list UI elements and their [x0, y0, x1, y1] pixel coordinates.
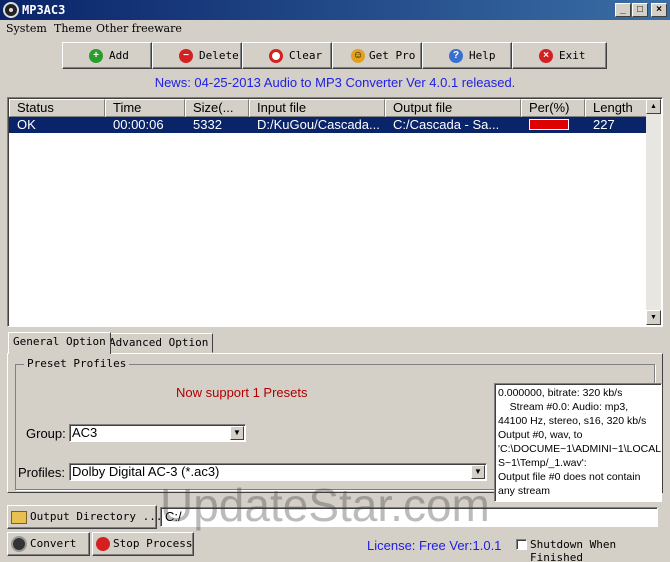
- column-time[interactable]: Time: [105, 99, 185, 117]
- log-line: Stream #0.0: Audio: mp3,: [498, 401, 629, 413]
- add-button[interactable]: + Add: [62, 42, 152, 69]
- progress-bar-fill: [530, 120, 568, 129]
- column-status[interactable]: Status: [9, 99, 105, 117]
- output-directory-field[interactable]: C:/: [160, 507, 658, 527]
- log-line: Output #0, wav, to: [498, 429, 583, 441]
- file-list[interactable]: Status Time Size(... Input file Output f…: [7, 97, 663, 327]
- column-size[interactable]: Size(...: [185, 99, 249, 117]
- shutdown-checkbox[interactable]: [516, 539, 527, 550]
- cell-output-file: C:/Cascada - Sa...: [393, 117, 500, 132]
- vertical-scrollbar[interactable]: ▲ ▼: [646, 99, 661, 325]
- scroll-down-icon[interactable]: ▼: [646, 310, 661, 325]
- tab-general-option[interactable]: General Option: [8, 332, 111, 354]
- exit-icon: ×: [539, 49, 553, 63]
- log-output[interactable]: 0.000000, bitrate: 320 kb/s Stream #0.0:…: [494, 383, 662, 502]
- log-line: 0.000000, bitrate: 320 kb/s: [498, 387, 623, 399]
- title-bar: MP3AC3 _ □ ×: [0, 0, 670, 20]
- delete-icon: −: [179, 49, 193, 63]
- convert-label: Convert: [30, 537, 77, 550]
- delete-label: Delete: [199, 49, 239, 62]
- column-output-file[interactable]: Output file: [385, 99, 521, 117]
- general-option-panel: Preset Profiles Now support 1 Presets Gr…: [7, 353, 663, 502]
- close-button[interactable]: ×: [651, 3, 667, 17]
- menu-system[interactable]: System: [6, 22, 47, 35]
- cell-input-file: D:/KuGou/Cascada...: [257, 117, 380, 132]
- film-reel-icon: [11, 536, 27, 552]
- progress-bar: [529, 119, 569, 130]
- log-line: S~1\Temp/_1.wav':: [498, 457, 587, 469]
- chevron-down-icon[interactable]: ▼: [471, 465, 485, 479]
- folder-icon: [11, 510, 27, 524]
- menu-other-freeware[interactable]: Other freeware: [96, 22, 182, 35]
- cell-time: 00:00:06: [113, 117, 164, 132]
- profiles-select-value: Dolby Digital AC-3 (*.ac3): [72, 464, 220, 479]
- menu-theme[interactable]: Theme: [54, 22, 92, 35]
- log-line: any stream: [498, 485, 550, 497]
- exit-button[interactable]: × Exit: [512, 42, 607, 69]
- stop-icon: [96, 537, 110, 551]
- help-icon: ?: [449, 49, 463, 63]
- log-line: Output file #0 does not contain: [498, 471, 641, 483]
- delete-button[interactable]: − Delete: [152, 42, 242, 69]
- log-line: 44100 Hz, stereo, s16, 320 kb/s: [498, 415, 647, 427]
- convert-button[interactable]: Convert: [7, 532, 90, 556]
- group-title: Preset Profiles: [24, 357, 130, 370]
- log-line: 'C:\DOCUME~1\ADMINI~1\LOCAL: [498, 443, 662, 455]
- maximize-button[interactable]: □: [632, 3, 648, 17]
- preset-profiles-group: Preset Profiles Now support 1 Presets Gr…: [15, 357, 662, 502]
- clear-label: Clear: [289, 49, 323, 62]
- news-link[interactable]: News: 04-25-2013 Audio to MP3 Converter …: [0, 75, 670, 90]
- exit-label: Exit: [559, 49, 586, 62]
- group-select-value: AC3: [72, 425, 98, 440]
- chevron-down-icon[interactable]: ▼: [230, 426, 244, 440]
- cell-length: 227: [593, 117, 615, 132]
- profiles-select[interactable]: Dolby Digital AC-3 (*.ac3) ▼: [69, 463, 487, 481]
- column-percent[interactable]: Per(%): [521, 99, 585, 117]
- menu-bar: System Theme Other freeware: [0, 20, 670, 38]
- scroll-up-icon[interactable]: ▲: [646, 99, 661, 114]
- profiles-label: Profiles:: [18, 465, 65, 480]
- film-reel-icon: [3, 2, 19, 18]
- add-icon: +: [89, 49, 103, 63]
- clear-button[interactable]: Clear: [242, 42, 332, 69]
- group-select[interactable]: AC3 ▼: [69, 424, 246, 442]
- window-title: MP3AC3: [22, 3, 66, 17]
- help-label: Help: [469, 49, 496, 62]
- license-link[interactable]: License: Free Ver:1.0.1: [367, 538, 501, 553]
- cell-size: 5332: [193, 117, 222, 132]
- column-length[interactable]: Length: [585, 99, 649, 117]
- presets-message: Now support 1 Presets: [176, 385, 308, 400]
- get-pro-button[interactable]: ☺ Get Pro: [332, 42, 422, 69]
- cell-status: OK: [17, 117, 36, 132]
- column-input-file[interactable]: Input file: [249, 99, 385, 117]
- clear-icon: [269, 49, 283, 63]
- get-pro-label: Get Pro: [369, 49, 416, 62]
- stop-process-button[interactable]: Stop Process: [92, 532, 194, 556]
- stop-process-label: Stop Process: [113, 537, 193, 550]
- list-header: Status Time Size(... Input file Output f…: [9, 99, 649, 117]
- tab-advanced-option[interactable]: Advanced Option: [104, 333, 214, 353]
- group-label: Group:: [26, 426, 66, 441]
- table-row[interactable]: OK 00:00:06 5332 D:/KuGou/Cascada... C:/…: [9, 117, 649, 133]
- smiley-icon: ☺: [351, 49, 365, 63]
- add-label: Add: [109, 49, 129, 62]
- output-directory-label: Output Directory ...: [30, 510, 163, 523]
- help-button[interactable]: ? Help: [422, 42, 512, 69]
- shutdown-label[interactable]: Shutdown When Finished: [530, 538, 670, 562]
- minimize-button[interactable]: _: [615, 3, 631, 17]
- output-directory-button[interactable]: Output Directory ...: [7, 505, 162, 529]
